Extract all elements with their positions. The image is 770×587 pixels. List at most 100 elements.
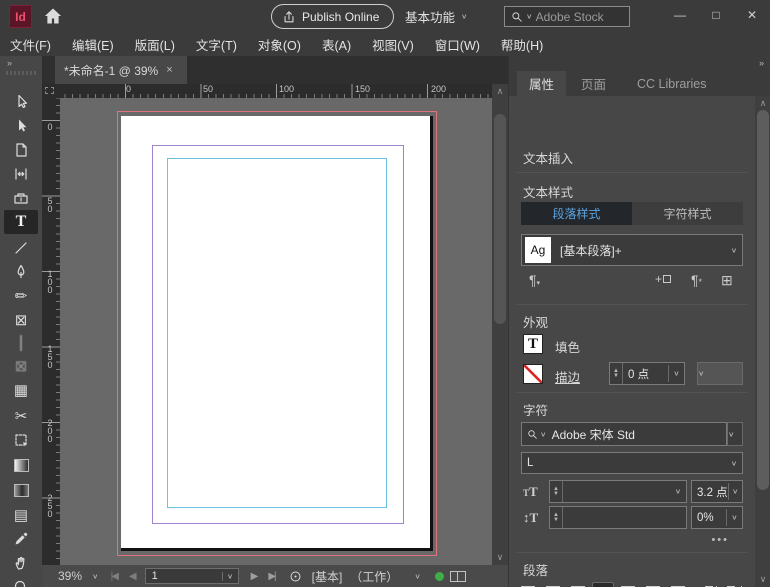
tool-pencil[interactable]: ✏ [4, 284, 38, 308]
font-size-unit-field[interactable]: 3.2 点 ∨ [691, 480, 743, 503]
adobe-stock-search-input[interactable]: ∨ Adobe Stock [504, 6, 630, 27]
preflight-chevron-icon[interactable]: ∨ [414, 572, 421, 581]
previous-page-button[interactable]: ◀ [129, 571, 135, 582]
preflight-profile[interactable]: [基本] [312, 568, 343, 585]
chevron-down-icon[interactable]: ∨ [670, 483, 686, 500]
panel-collapse-icon[interactable]: » [759, 58, 763, 68]
tools-panel-expand-icon[interactable]: » [0, 58, 42, 68]
publish-online-button[interactable]: Publish Online [271, 4, 394, 29]
zoom-level[interactable]: 39% [58, 569, 82, 583]
font-family-dropdown-button[interactable]: ∨ [727, 422, 743, 446]
tool-direct-selection[interactable] [4, 114, 38, 138]
tool-gradient-feather[interactable] [4, 478, 38, 502]
tool-page[interactable] [4, 138, 38, 162]
stepper-icon[interactable]: ▲▼ [550, 481, 563, 502]
horizontal-ruler[interactable]: 0 50 100 150 200 [60, 84, 492, 98]
page-number-field[interactable]: 1 ∨ [145, 568, 239, 584]
fill-label[interactable]: 填色 [555, 337, 580, 356]
more-options-icon[interactable]: ••• [711, 534, 729, 546]
canvas-scrollbar-thumb[interactable] [494, 114, 506, 324]
tool-scissors[interactable]: ✂ [4, 404, 38, 428]
scroll-down-icon[interactable]: ∨ [755, 574, 770, 585]
workspace-switcher[interactable]: 基本功能 ∨ [405, 6, 468, 26]
chevron-down-icon[interactable]: ∨ [726, 246, 742, 255]
stroke-type-select[interactable]: ∨ [697, 362, 743, 385]
tab-properties[interactable]: 属性 [517, 71, 566, 96]
page-chevron-icon[interactable]: ∨ [222, 572, 238, 581]
tool-line[interactable] [4, 236, 38, 260]
tool-rectangle[interactable] [4, 331, 38, 355]
stroke-swatch[interactable] [523, 364, 543, 384]
ruler-origin-box[interactable] [42, 84, 60, 98]
tab-pages[interactable]: 页面 [569, 71, 618, 96]
scroll-up-icon[interactable]: ∧ [492, 86, 508, 97]
clear-overrides-icon[interactable]: ¶* [691, 272, 702, 288]
menu-type[interactable]: 文字(T) [196, 35, 237, 54]
tool-content-collector[interactable] [4, 186, 38, 210]
scroll-up-icon[interactable]: ∧ [755, 98, 770, 109]
chevron-down-icon[interactable]: ∨ [668, 365, 684, 382]
tool-rectangle-frame[interactable]: ⊠ [4, 308, 38, 332]
home-icon[interactable] [43, 6, 65, 26]
paragraph-formatting-icon[interactable]: ¶▾ [529, 272, 540, 288]
align-left-button[interactable] [517, 582, 539, 587]
canvas-vertical-scrollbar[interactable]: ∧ ∨ [492, 84, 508, 565]
menu-file[interactable]: 文件(F) [10, 35, 51, 54]
fill-swatch[interactable]: T [523, 334, 543, 354]
pasteboard[interactable] [60, 98, 492, 565]
font-family-select[interactable]: ∨ Adobe 宋体 Std [521, 422, 727, 446]
justify-last-left-button[interactable] [592, 582, 614, 587]
chevron-down-icon[interactable]: ∨ [726, 459, 742, 468]
next-page-button[interactable]: ▶ [251, 571, 257, 582]
vertical-ruler[interactable]: 0 50 100 150 200 250 [42, 98, 60, 565]
document-tab-close-icon[interactable]: × [166, 64, 172, 76]
chevron-down-icon[interactable]: ∨ [728, 483, 742, 500]
menu-edit[interactable]: 编辑(E) [72, 35, 114, 54]
create-style-icon[interactable]: ⊞ [721, 272, 733, 289]
tab-character-styles[interactable]: 字符样式 [632, 202, 743, 225]
tool-eyedropper[interactable] [4, 527, 38, 551]
menu-window[interactable]: 窗口(W) [435, 35, 480, 54]
panel-scrollbar-thumb[interactable] [757, 110, 769, 490]
stroke-label[interactable]: 描边 [555, 367, 580, 386]
align-right-button[interactable] [567, 582, 589, 587]
menu-help[interactable]: 帮助(H) [501, 35, 543, 54]
menu-table[interactable]: 表(A) [322, 35, 351, 54]
close-button[interactable]: ✕ [734, 0, 770, 30]
tool-hand[interactable] [4, 551, 38, 575]
align-toward-spine-button[interactable] [698, 582, 720, 587]
document-tab[interactable]: *未命名-1 @ 39% × [55, 56, 187, 84]
last-page-button[interactable]: ▶| [268, 571, 274, 582]
minimize-button[interactable]: — [662, 0, 698, 30]
tool-table[interactable]: ▦ [4, 378, 38, 402]
menu-layout[interactable]: 版面(L) [135, 35, 175, 54]
leading-unit-field[interactable]: 0% ∨ [691, 506, 743, 529]
tool-pen[interactable] [4, 260, 38, 284]
menu-view[interactable]: 视图(V) [372, 35, 414, 54]
align-away-from-spine-button[interactable] [723, 582, 745, 587]
font-style-select[interactable]: L ∨ [521, 452, 743, 474]
pages-layout-icon[interactable] [450, 571, 466, 582]
tool-gap[interactable] [4, 162, 38, 186]
panel-scrollbar[interactable]: ∧ ∨ [755, 96, 770, 587]
chevron-down-icon[interactable]: ∨ [698, 369, 705, 378]
justify-last-right-button[interactable] [642, 582, 664, 587]
stepper-icon[interactable]: ▲▼ [610, 363, 623, 384]
tool-zoom[interactable] [4, 575, 38, 587]
scroll-down-icon[interactable]: ∨ [492, 552, 508, 563]
justify-last-center-button[interactable] [617, 582, 639, 587]
leading-field[interactable]: ▲▼ [549, 506, 687, 529]
tools-panel-grip[interactable] [6, 71, 36, 75]
tab-cc-libraries[interactable]: CC Libraries [625, 71, 718, 96]
menu-object[interactable]: 对象(O) [258, 35, 301, 54]
zoom-chevron-icon[interactable]: ∨ [92, 572, 99, 581]
text-frame[interactable] [167, 158, 387, 508]
redefine-style-icon[interactable]: + [655, 272, 671, 286]
preflight-menu-icon[interactable] [289, 570, 302, 583]
maximize-button[interactable]: □ [698, 0, 734, 30]
tool-note[interactable]: ▤ [4, 503, 38, 527]
paragraph-style-select[interactable]: Ag [基本段落]+ ∨ [521, 234, 743, 266]
tool-free-transform[interactable] [4, 428, 38, 452]
justify-all-button[interactable] [667, 582, 689, 587]
tool-type[interactable]: T [4, 210, 38, 234]
